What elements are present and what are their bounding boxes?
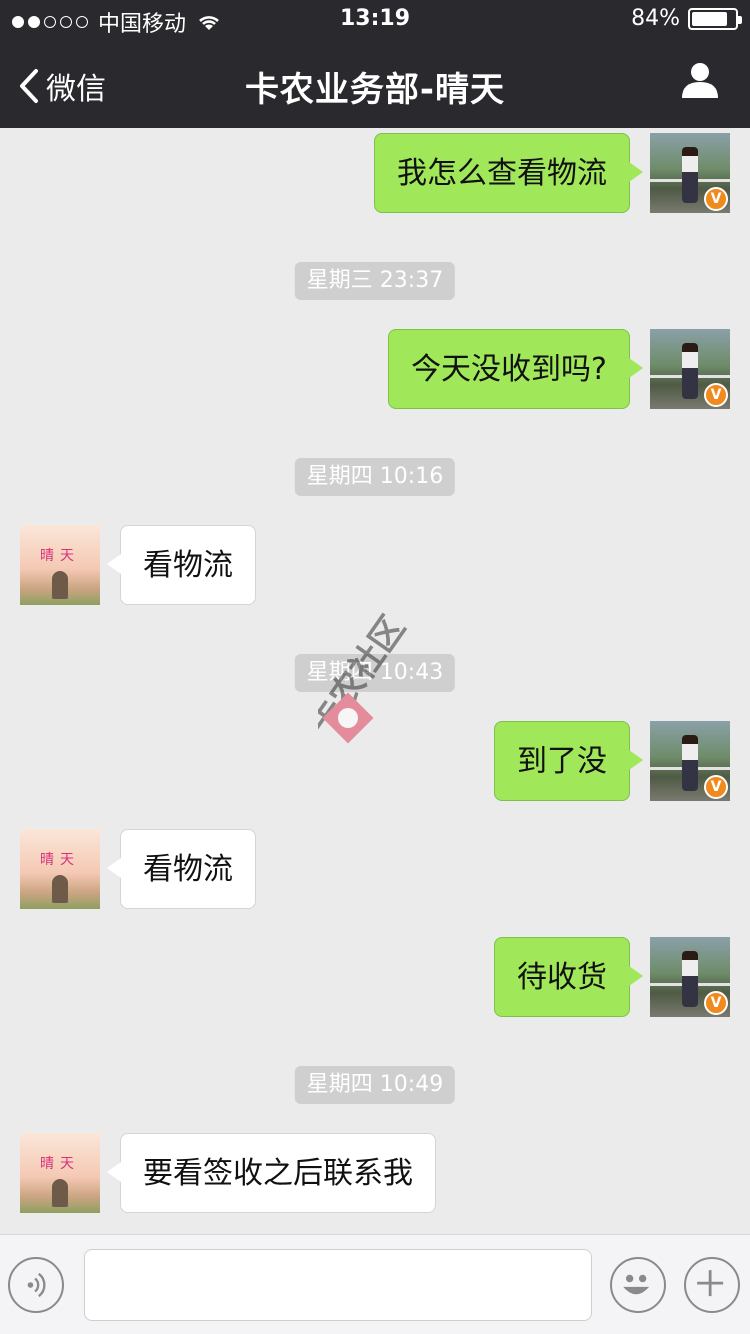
contact-avatar[interactable]: 晴天 <box>20 829 100 909</box>
timestamp: 星期四 10:49 <box>294 1066 456 1104</box>
watermark-logo: 卡农社区 <box>318 609 413 744</box>
avatar-figure <box>682 147 698 203</box>
emoji-icon <box>623 1274 650 1295</box>
message-outgoing[interactable]: 到了没 <box>494 721 643 801</box>
contact-avatar[interactable]: 晴天 <box>20 1133 100 1213</box>
voice-button[interactable] <box>8 1257 64 1313</box>
verified-badge: V <box>704 775 728 799</box>
avatar-text: 晴天 <box>40 852 80 868</box>
person-icon[interactable] <box>680 60 720 100</box>
verified-badge: V <box>704 187 728 211</box>
my-avatar[interactable]: V <box>650 133 730 213</box>
avatar-figure <box>682 735 698 791</box>
top-bar: 中国移动 13:19 84% 微信 卡农业务部-晴天 <box>0 0 750 128</box>
my-avatar[interactable]: V <box>650 937 730 1017</box>
timestamp: 星期四 10:16 <box>294 458 456 496</box>
contact-avatar[interactable]: 晴天 <box>20 525 100 605</box>
avatar-figure <box>52 571 68 599</box>
battery-percent: 84% <box>631 6 680 31</box>
voice-icon <box>27 1272 46 1298</box>
verified-badge: V <box>704 991 728 1015</box>
message-outgoing[interactable]: 待收货 <box>494 937 643 1017</box>
message-outgoing[interactable]: 今天没收到吗? <box>388 329 643 409</box>
nav-bar: 微信 卡农业务部-晴天 <box>0 40 750 128</box>
avatar-figure <box>52 1179 68 1207</box>
verified-badge: V <box>704 383 728 407</box>
chat-title: 卡农业务部-晴天 <box>244 70 506 110</box>
message-incoming[interactable]: 看物流 <box>107 525 256 605</box>
battery-fill <box>692 11 728 26</box>
my-avatar[interactable]: V <box>650 721 730 801</box>
message-incoming[interactable]: 要看签收之后联系我 <box>107 1133 436 1213</box>
avatar-figure <box>682 951 698 1007</box>
my-avatar[interactable]: V <box>650 329 730 409</box>
battery-icon <box>688 7 742 30</box>
input-bar <box>0 1234 750 1334</box>
plus-button[interactable] <box>684 1257 740 1313</box>
avatar-figure <box>682 343 698 399</box>
avatar-text: 晴天 <box>40 548 80 564</box>
emoji-button[interactable] <box>610 1257 666 1313</box>
message-outgoing[interactable]: 我怎么查看物流 <box>374 133 643 213</box>
avatar-text: 晴天 <box>40 1156 80 1172</box>
avatar-figure <box>52 875 68 903</box>
plus-icon <box>697 1270 724 1297</box>
status-bar: 中国移动 13:19 84% <box>0 0 750 40</box>
message-input[interactable] <box>84 1249 592 1321</box>
timestamp: 星期三 23:37 <box>294 262 456 300</box>
message-incoming[interactable]: 看物流 <box>107 829 256 909</box>
status-right: 84% <box>631 6 742 31</box>
